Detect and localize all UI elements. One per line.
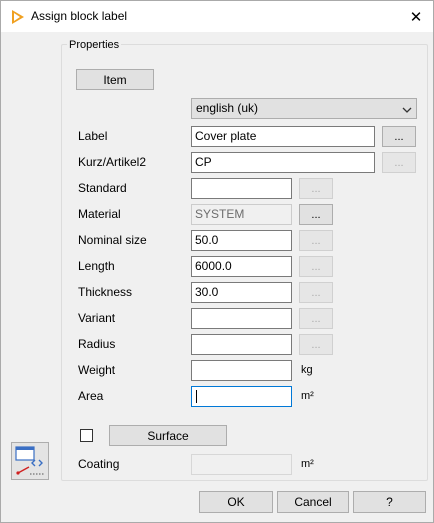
radius-field[interactable] — [191, 334, 292, 355]
coating-unit: m² — [301, 458, 314, 470]
close-icon: ✕ — [409, 8, 423, 26]
standard-label: Standard — [78, 181, 127, 195]
properties-group-label: Properties — [67, 39, 122, 51]
area-unit: m² — [301, 390, 314, 402]
app-logo-icon — [10, 9, 26, 25]
cancel-button[interactable]: Cancel — [277, 491, 349, 513]
variant-label: Variant — [78, 311, 116, 325]
length-browse-button[interactable]: ... — [299, 256, 333, 277]
standard-browse-button[interactable]: ... — [299, 178, 333, 199]
item-button[interactable]: Item — [76, 69, 154, 90]
nominal-size-field[interactable]: 50.0 — [191, 230, 292, 251]
dialog-window: Assign block label ✕ Properties Item eng… — [0, 0, 434, 523]
material-field[interactable]: SYSTEM — [191, 204, 292, 225]
kurz-artikel2-label: Kurz/Artikel2 — [78, 155, 147, 169]
chevron-down-icon — [402, 104, 412, 114]
language-select-value: english (uk) — [196, 101, 259, 115]
ok-button-label: OK — [227, 495, 245, 509]
thickness-label: Thickness — [78, 285, 133, 299]
window-title: Assign block label — [31, 9, 128, 23]
help-button[interactable]: ? — [353, 491, 426, 513]
help-button-label: ? — [386, 495, 393, 509]
close-button[interactable]: ✕ — [399, 1, 433, 32]
coating-label: Coating — [78, 457, 120, 471]
area-label: Area — [78, 389, 104, 403]
length-label: Length — [78, 259, 115, 273]
weight-unit: kg — [301, 364, 313, 376]
surface-checkbox[interactable] — [80, 429, 93, 442]
thickness-browse-button[interactable]: ... — [299, 282, 333, 303]
label-field[interactable]: Cover plate — [191, 126, 375, 147]
block-label-tool-button[interactable] — [11, 442, 49, 480]
variant-browse-button[interactable]: ... — [299, 308, 333, 329]
text-caret — [196, 390, 197, 404]
ok-button[interactable]: OK — [199, 491, 273, 513]
area-field[interactable] — [191, 386, 292, 407]
thickness-field[interactable]: 30.0 — [191, 282, 292, 303]
material-browse-button[interactable]: ... — [299, 204, 333, 225]
standard-field[interactable] — [191, 178, 292, 199]
material-label: Material — [78, 207, 121, 221]
nominal-size-label: Nominal size — [78, 233, 147, 247]
weight-field[interactable] — [191, 360, 292, 381]
cancel-button-label: Cancel — [294, 495, 332, 509]
label-label: Label — [78, 129, 108, 143]
title-bar: Assign block label ✕ — [1, 1, 433, 32]
kurz-artikel2-browse-button[interactable]: ... — [382, 152, 416, 173]
kurz-artikel2-field[interactable]: CP — [191, 152, 375, 173]
surface-button-label: Surface — [147, 428, 189, 443]
radius-label: Radius — [78, 337, 116, 351]
variant-field[interactable] — [191, 308, 292, 329]
language-select[interactable]: english (uk) — [191, 98, 417, 119]
coating-field[interactable] — [191, 454, 292, 475]
length-field[interactable]: 6000.0 — [191, 256, 292, 277]
surface-button[interactable]: Surface — [109, 425, 227, 446]
nominal-size-browse-button[interactable]: ... — [299, 230, 333, 251]
radius-browse-button[interactable]: ... — [299, 334, 333, 355]
item-button-label: Item — [103, 72, 127, 87]
weight-label: Weight — [78, 363, 116, 377]
block-label-icon — [12, 446, 48, 482]
label-browse-button[interactable]: ... — [382, 126, 416, 147]
